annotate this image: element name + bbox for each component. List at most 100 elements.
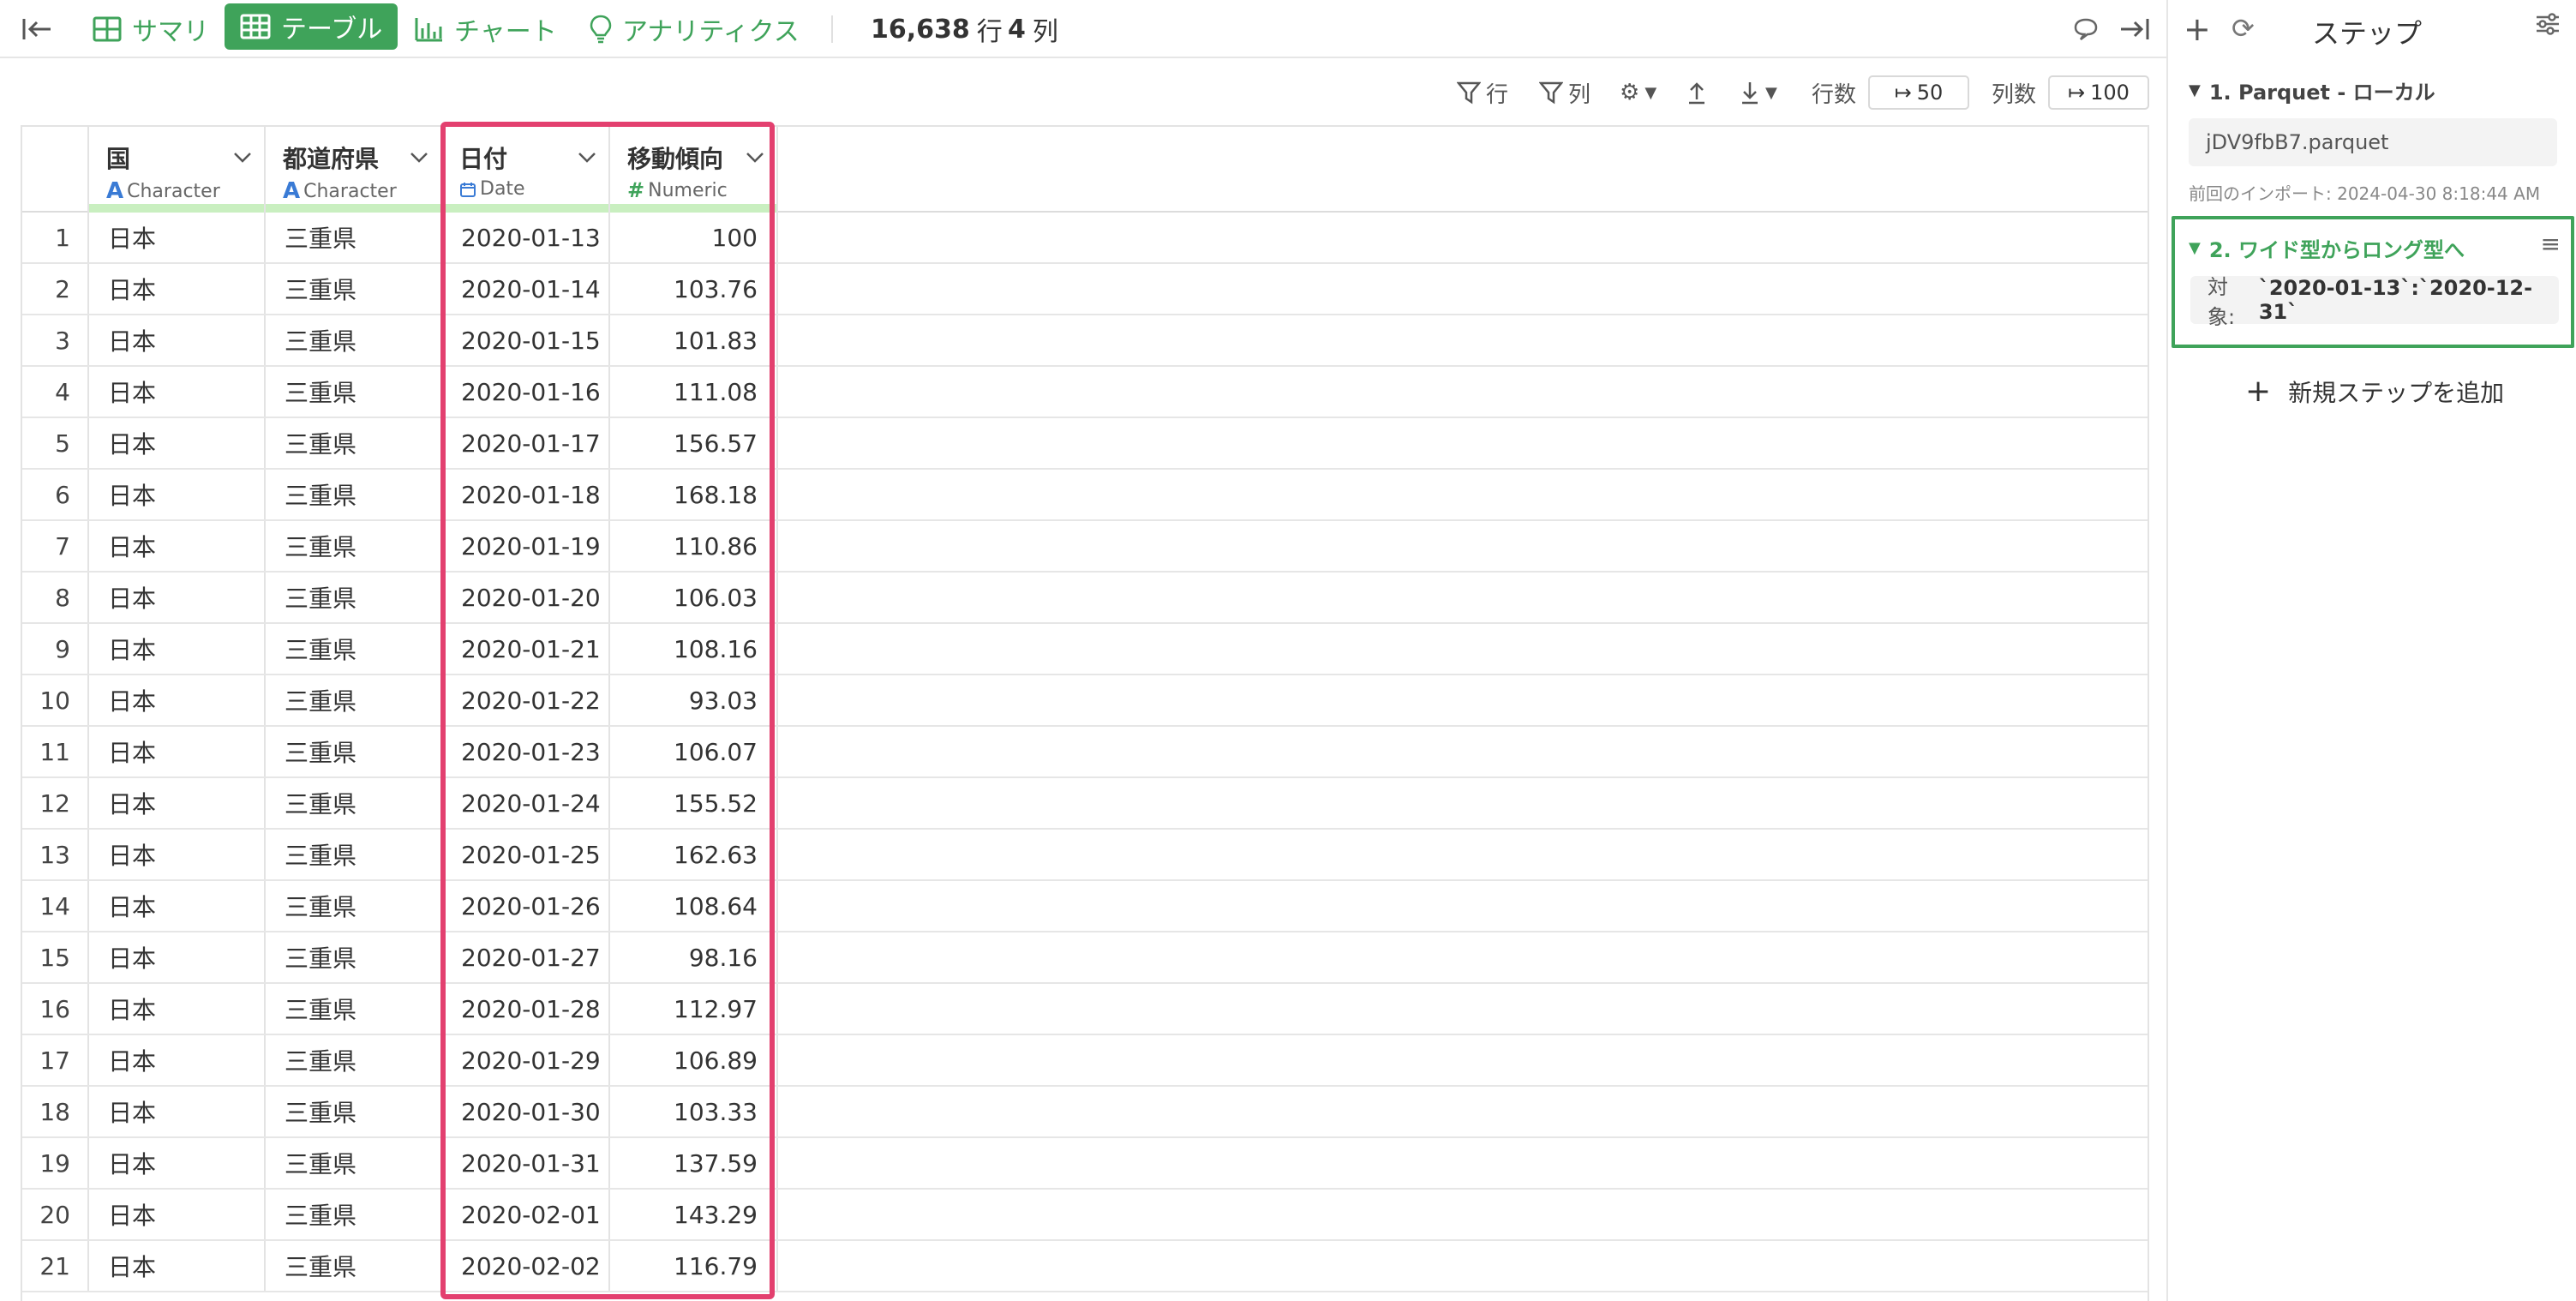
column-header-country[interactable]: 国 A Character <box>89 127 266 213</box>
columns-limit-input[interactable]: ↦ 100 <box>2048 75 2149 110</box>
tab-summary[interactable]: サマリ <box>79 0 223 58</box>
column-header-date[interactable]: 日付 Date <box>442 127 610 213</box>
cell-prefecture[interactable]: 三重県 <box>266 1241 442 1291</box>
cell-prefecture[interactable]: 三重県 <box>266 932 442 982</box>
cell-prefecture[interactable]: 三重県 <box>266 727 442 776</box>
cell-country[interactable]: 日本 <box>89 1190 266 1239</box>
cell-date[interactable]: 2020-01-18 <box>442 470 610 519</box>
column-header-prefecture[interactable]: 都道府県 A Character <box>266 127 442 213</box>
cell-mobility-trend[interactable]: 106.07 <box>610 727 778 776</box>
cell-country[interactable]: 日本 <box>89 418 266 468</box>
cell-country[interactable]: 日本 <box>89 470 266 519</box>
settings-dropdown[interactable]: ⚙ ▼ <box>1620 75 1656 110</box>
cell-date[interactable]: 2020-01-21 <box>442 624 610 674</box>
cell-mobility-trend[interactable]: 116.79 <box>610 1241 778 1291</box>
cell-date[interactable]: 2020-01-26 <box>442 881 610 931</box>
cell-date[interactable]: 2020-01-31 <box>442 1138 610 1188</box>
cell-date[interactable]: 2020-01-16 <box>442 367 610 417</box>
rows-limit-input[interactable]: ↦ 50 <box>1868 75 1969 110</box>
step-2-card[interactable]: ▼ 2. ワイド型からロング型へ ≡ 対象: `2020-01-13`:`202… <box>2172 216 2574 348</box>
cell-prefecture[interactable]: 三重県 <box>266 521 442 571</box>
tab-table[interactable]: テーブル <box>225 3 398 50</box>
cell-prefecture[interactable]: 三重県 <box>266 264 442 314</box>
cell-prefecture[interactable]: 三重県 <box>266 470 442 519</box>
tab-chart[interactable]: チャート <box>401 0 571 58</box>
cell-country[interactable]: 日本 <box>89 315 266 365</box>
sliders-icon[interactable] <box>2535 12 2561 43</box>
comment-icon[interactable] <box>2067 0 2105 58</box>
cell-mobility-trend[interactable]: 137.59 <box>610 1138 778 1188</box>
cell-prefecture[interactable]: 三重県 <box>266 315 442 365</box>
cell-prefecture[interactable]: 三重県 <box>266 984 442 1034</box>
cell-prefecture[interactable]: 三重県 <box>266 881 442 931</box>
cell-country[interactable]: 日本 <box>89 830 266 879</box>
cell-mobility-trend[interactable]: 103.76 <box>610 264 778 314</box>
row-filter-button[interactable]: 行 <box>1457 75 1508 110</box>
cell-country[interactable]: 日本 <box>89 213 266 262</box>
cell-prefecture[interactable]: 三重県 <box>266 1035 442 1085</box>
chevron-down-icon[interactable] <box>746 147 764 169</box>
cell-prefecture[interactable]: 三重県 <box>266 418 442 468</box>
refresh-icon[interactable]: ⟳ <box>2232 12 2255 45</box>
cell-country[interactable]: 日本 <box>89 778 266 828</box>
cell-country[interactable]: 日本 <box>89 1138 266 1188</box>
cell-country[interactable]: 日本 <box>89 727 266 776</box>
cell-country[interactable]: 日本 <box>89 521 266 571</box>
cell-date[interactable]: 2020-01-20 <box>442 573 610 622</box>
menu-icon[interactable]: ≡ <box>2541 230 2561 258</box>
cell-date[interactable]: 2020-01-13 <box>442 213 610 262</box>
chevron-down-icon[interactable] <box>233 147 252 169</box>
cell-mobility-trend[interactable]: 168.18 <box>610 470 778 519</box>
cell-prefecture[interactable]: 三重県 <box>266 1190 442 1239</box>
cell-mobility-trend[interactable]: 155.52 <box>610 778 778 828</box>
back-icon[interactable] <box>15 0 58 58</box>
cell-country[interactable]: 日本 <box>89 624 266 674</box>
column-filter-button[interactable]: 列 <box>1539 75 1591 110</box>
cell-date[interactable]: 2020-01-19 <box>442 521 610 571</box>
column-header-mobility-trend[interactable]: 移動傾向 # Numeric <box>610 127 778 213</box>
cell-prefecture[interactable]: 三重県 <box>266 1138 442 1188</box>
cell-mobility-trend[interactable]: 108.64 <box>610 881 778 931</box>
plus-icon[interactable]: + <box>2184 10 2211 48</box>
cell-mobility-trend[interactable]: 110.86 <box>610 521 778 571</box>
cell-country[interactable]: 日本 <box>89 932 266 982</box>
cell-prefecture[interactable]: 三重県 <box>266 778 442 828</box>
cell-date[interactable]: 2020-02-01 <box>442 1190 610 1239</box>
cell-date[interactable]: 2020-01-15 <box>442 315 610 365</box>
cell-date[interactable]: 2020-01-22 <box>442 675 610 725</box>
add-step-button[interactable]: + 新規ステップを追加 <box>2245 374 2504 409</box>
cell-date[interactable]: 2020-02-02 <box>442 1241 610 1291</box>
cell-mobility-trend[interactable]: 98.16 <box>610 932 778 982</box>
cell-country[interactable]: 日本 <box>89 573 266 622</box>
collapse-panel-icon[interactable] <box>2113 0 2156 58</box>
cell-date[interactable]: 2020-01-25 <box>442 830 610 879</box>
cell-country[interactable]: 日本 <box>89 1241 266 1291</box>
cell-mobility-trend[interactable]: 108.16 <box>610 624 778 674</box>
cell-date[interactable]: 2020-01-27 <box>442 932 610 982</box>
cell-country[interactable]: 日本 <box>89 264 266 314</box>
chevron-down-icon[interactable] <box>410 147 428 169</box>
cell-mobility-trend[interactable]: 143.29 <box>610 1190 778 1239</box>
cell-mobility-trend[interactable]: 106.03 <box>610 573 778 622</box>
cell-date[interactable]: 2020-01-24 <box>442 778 610 828</box>
cell-country[interactable]: 日本 <box>89 1035 266 1085</box>
step-1-header[interactable]: ▼ 1. Parquet - ローカル <box>2189 75 2435 105</box>
cell-mobility-trend[interactable]: 101.83 <box>610 315 778 365</box>
tab-analytics[interactable]: アナリティクス <box>576 0 813 58</box>
cell-mobility-trend[interactable]: 111.08 <box>610 367 778 417</box>
cell-prefecture[interactable]: 三重県 <box>266 624 442 674</box>
cell-date[interactable]: 2020-01-23 <box>442 727 610 776</box>
cell-date[interactable]: 2020-01-14 <box>442 264 610 314</box>
cell-mobility-trend[interactable]: 93.03 <box>610 675 778 725</box>
cell-country[interactable]: 日本 <box>89 881 266 931</box>
cell-mobility-trend[interactable]: 156.57 <box>610 418 778 468</box>
cell-country[interactable]: 日本 <box>89 675 266 725</box>
cell-date[interactable]: 2020-01-17 <box>442 418 610 468</box>
cell-mobility-trend[interactable]: 103.33 <box>610 1087 778 1136</box>
cell-prefecture[interactable]: 三重県 <box>266 367 442 417</box>
cell-date[interactable]: 2020-01-30 <box>442 1087 610 1136</box>
cell-prefecture[interactable]: 三重県 <box>266 573 442 622</box>
cell-prefecture[interactable]: 三重県 <box>266 213 442 262</box>
cell-country[interactable]: 日本 <box>89 1087 266 1136</box>
cell-country[interactable]: 日本 <box>89 367 266 417</box>
